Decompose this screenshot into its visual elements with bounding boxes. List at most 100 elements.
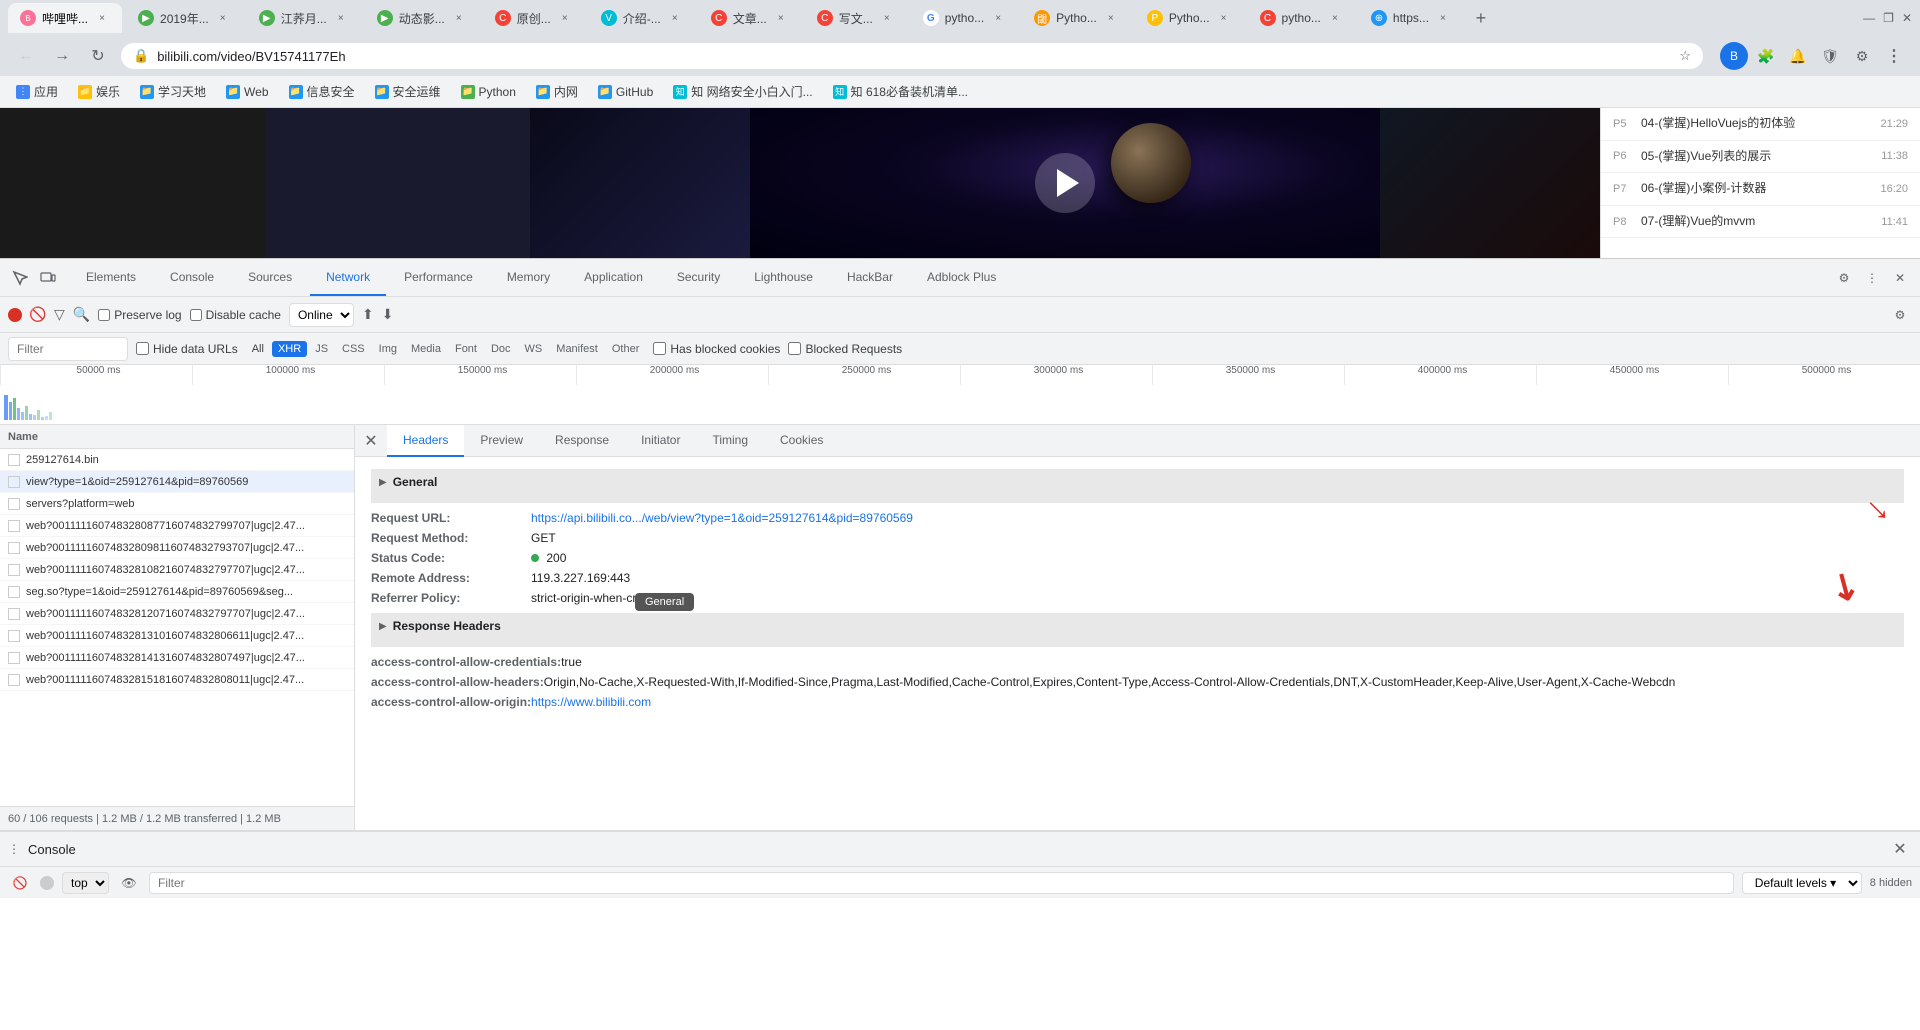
filter-js-btn[interactable]: JS xyxy=(309,341,334,357)
extension-icon-1[interactable]: 🧩 xyxy=(1752,42,1780,70)
bookmark-xuexitd[interactable]: 📁 学习天地 xyxy=(132,80,214,104)
tab-pytho2[interactable]: 閾 Pytho... × xyxy=(1022,3,1131,33)
playlist-item-p6[interactable]: P6 05-(掌握)Vue列表的展示 11:38 xyxy=(1601,141,1920,174)
back-button[interactable]: ← xyxy=(12,42,40,70)
tab-sources[interactable]: Sources xyxy=(232,260,308,296)
tab-https[interactable]: ⊕ https... × xyxy=(1359,3,1463,33)
file-item-6[interactable]: web?001111160748328108216074832797707|ug… xyxy=(0,559,354,581)
url-bar[interactable]: 🔒 bilibili.com/video/BV15741177Eh ☆ xyxy=(120,42,1704,70)
tab-pytho1-close[interactable]: × xyxy=(990,10,1006,26)
has-blocked-cookies-checkbox[interactable]: Has blocked cookies xyxy=(653,342,780,356)
forward-button[interactable]: → xyxy=(48,42,76,70)
hide-data-urls-checkbox[interactable]: Hide data URLs xyxy=(136,342,238,356)
console-levels-select[interactable]: Default levels ▾ xyxy=(1742,872,1862,894)
file-item-2[interactable]: view?type=1&oid=259127614&pid=89760569 ↑ xyxy=(0,471,354,493)
devtools-close-icon[interactable]: ✕ xyxy=(1888,266,1912,290)
filter-icon[interactable]: ▽ xyxy=(54,306,65,323)
devtools-settings-icon[interactable]: ⚙ xyxy=(1832,266,1856,290)
play-button[interactable] xyxy=(1035,153,1095,213)
file-item-9[interactable]: web?001111160748328131016074832806611|ug… xyxy=(0,625,354,647)
tab-dongtai-close[interactable]: × xyxy=(451,10,467,26)
blocked-requests-checkbox[interactable]: Blocked Requests xyxy=(788,342,902,356)
tab-jiangqiaoyue-close[interactable]: × xyxy=(333,10,349,26)
bookmark-apps[interactable]: ⋮ 应用 xyxy=(8,80,66,104)
filter-other-btn[interactable]: Other xyxy=(606,341,646,357)
file-checkbox-8[interactable] xyxy=(8,608,20,620)
profile-icon[interactable]: B xyxy=(1720,42,1748,70)
response-headers-toggle[interactable]: ▶ Response Headers xyxy=(379,615,1896,637)
maximize-button[interactable]: ❐ xyxy=(1883,11,1894,25)
tab-adblock[interactable]: Adblock Plus xyxy=(911,260,1012,296)
file-item-10[interactable]: web?001111160748328141316074832807497|ug… xyxy=(0,647,354,669)
bookmark-icon[interactable]: ☆ xyxy=(1679,48,1691,64)
playlist-item-p8[interactable]: P8 07-(理解)Vue的mvvm 11:41 xyxy=(1601,206,1920,239)
bookmark-aqyw[interactable]: 📁 安全运维 xyxy=(367,80,449,104)
console-record-icon[interactable] xyxy=(40,876,54,890)
file-item-3[interactable]: servers?platform=web xyxy=(0,493,354,515)
filter-xhr-btn[interactable]: XHR xyxy=(272,341,307,357)
detail-tab-headers[interactable]: Headers xyxy=(387,425,464,457)
tab-security[interactable]: Security xyxy=(661,260,736,296)
extension-icon-2[interactable]: 🔔 xyxy=(1784,42,1812,70)
filter-font-btn[interactable]: Font xyxy=(449,341,483,357)
filter-img-btn[interactable]: Img xyxy=(373,341,403,357)
general-section-toggle[interactable]: ▶ General xyxy=(379,471,1896,493)
filter-input[interactable] xyxy=(8,337,128,361)
preserve-log-input[interactable] xyxy=(98,309,110,321)
tab-jieshao-close[interactable]: × xyxy=(667,10,683,26)
tab-hackbar[interactable]: HackBar xyxy=(831,260,909,296)
console-drag-icon[interactable]: ⋮ xyxy=(8,842,20,856)
console-eye-icon[interactable]: 👁 xyxy=(117,871,141,895)
bookmark-618[interactable]: 知 知 618必备装机清单... xyxy=(825,80,976,104)
file-checkbox-6[interactable] xyxy=(8,564,20,576)
file-checkbox-9[interactable] xyxy=(8,630,20,642)
preserve-log-checkbox[interactable]: Preserve log xyxy=(98,308,181,322)
console-clear-icon[interactable]: 🚫 xyxy=(8,871,32,895)
filter-all-btn[interactable]: All xyxy=(246,341,270,357)
playlist-item-p7[interactable]: P7 06-(掌握)小案例-计数器 16:20 xyxy=(1601,173,1920,206)
file-checkbox-5[interactable] xyxy=(8,542,20,554)
devtools-select-element-icon[interactable] xyxy=(8,266,32,290)
minimize-button[interactable]: — xyxy=(1863,11,1875,25)
console-close-button[interactable]: ✕ xyxy=(1888,837,1912,861)
disable-cache-input[interactable] xyxy=(190,309,202,321)
clear-button[interactable]: 🚫 xyxy=(30,307,46,323)
file-checkbox-7[interactable] xyxy=(8,586,20,598)
file-checkbox-1[interactable] xyxy=(8,454,20,466)
close-button[interactable]: ✕ xyxy=(1902,11,1912,25)
file-item-5[interactable]: web?001111160748328098116074832793707|ug… xyxy=(0,537,354,559)
tab-dongtai[interactable]: ▶ 动态影... × xyxy=(365,3,479,33)
console-tab-label[interactable]: Console xyxy=(28,842,76,857)
bookmark-web[interactable]: 📁 Web xyxy=(218,80,276,104)
network-throttle-select[interactable]: Online xyxy=(289,303,354,327)
file-checkbox-10[interactable] xyxy=(8,652,20,664)
file-item-7[interactable]: seg.so?type=1&oid=259127614&pid=89760569… xyxy=(0,581,354,603)
tab-network[interactable]: Network xyxy=(310,260,386,296)
filter-css-btn[interactable]: CSS xyxy=(336,341,371,357)
tab-https-close[interactable]: × xyxy=(1435,10,1451,26)
disable-cache-checkbox[interactable]: Disable cache xyxy=(190,308,281,322)
tab-pytho2-close[interactable]: × xyxy=(1103,10,1119,26)
tab-2019-close[interactable]: × xyxy=(215,10,231,26)
tab-lighthouse[interactable]: Lighthouse xyxy=(738,260,829,296)
has-blocked-input[interactable] xyxy=(653,342,666,355)
tab-2019[interactable]: ▶ 2019年... × xyxy=(126,3,243,33)
tab-yuanchuang-close[interactable]: × xyxy=(557,10,573,26)
settings-icon-right[interactable]: ⚙ xyxy=(1888,303,1912,327)
menu-icon[interactable]: ⋮ xyxy=(1880,42,1908,70)
bookmark-xxaq[interactable]: 📁 信息安全 xyxy=(281,80,363,104)
tab-bilibili[interactable]: B 哔哩哔... × xyxy=(8,3,122,33)
download-icon[interactable]: ⬇ xyxy=(382,306,394,323)
video-player[interactable] xyxy=(530,108,1600,258)
detail-tab-initiator[interactable]: Initiator xyxy=(625,425,696,457)
file-checkbox-3[interactable] xyxy=(8,498,20,510)
extension-icon-3[interactable]: 🛡 xyxy=(1816,42,1844,70)
search-button[interactable]: 🔍 xyxy=(73,306,90,323)
record-button[interactable] xyxy=(8,308,22,322)
bookmark-python[interactable]: 📁 Python xyxy=(453,80,524,104)
console-filter-input[interactable] xyxy=(149,872,1734,894)
blocked-requests-input[interactable] xyxy=(788,342,801,355)
tab-xiewen-close[interactable]: × xyxy=(879,10,895,26)
filter-ws-btn[interactable]: WS xyxy=(519,341,549,357)
tab-elements[interactable]: Elements xyxy=(70,260,152,296)
